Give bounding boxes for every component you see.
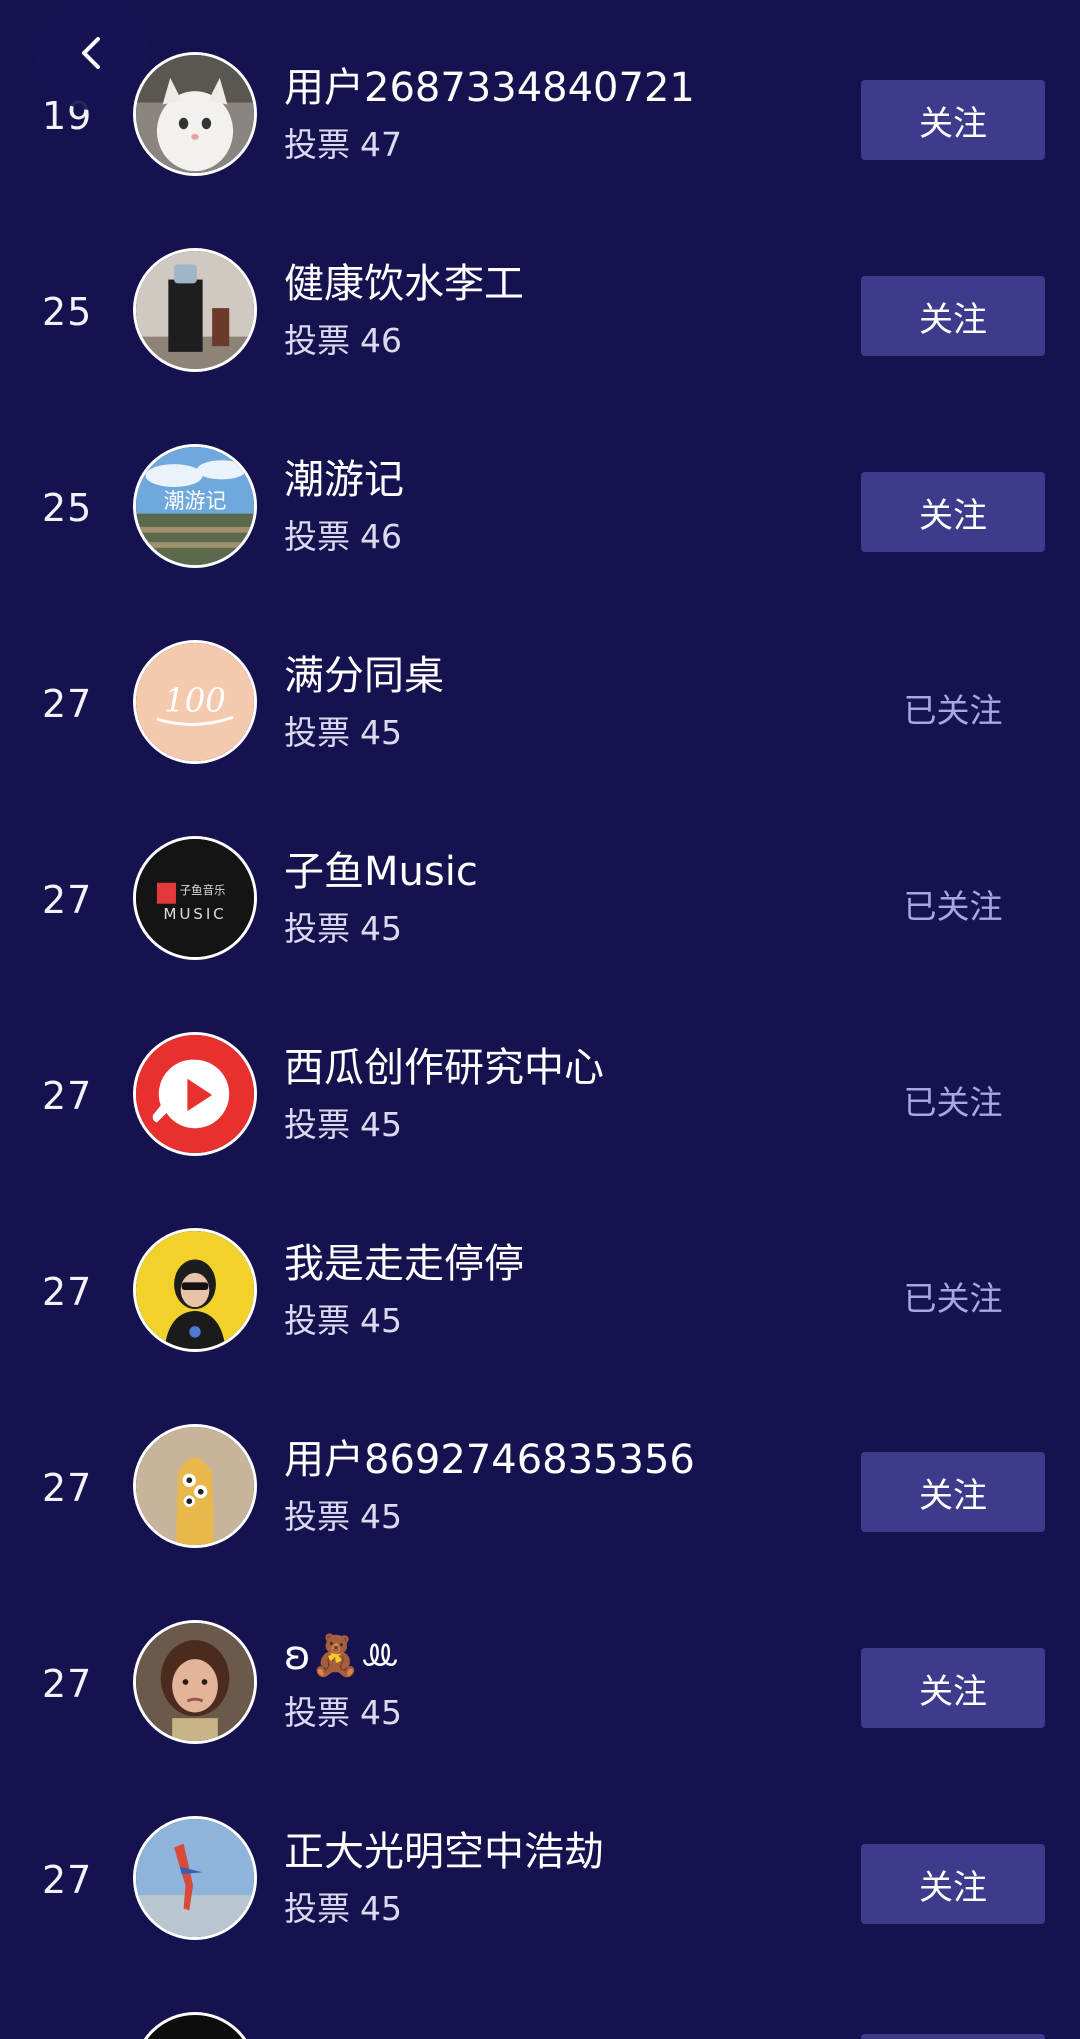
list-item: 27 西瓜创作研究中心 投票 45 已关注 (0, 998, 1080, 1194)
username[interactable]: 子鱼Music (284, 846, 478, 898)
water-dispenser-avatar-icon (136, 251, 254, 369)
vote-number: 45 (360, 1889, 402, 1928)
follow-button[interactable]: 关注 (861, 1648, 1045, 1728)
followed-status[interactable]: 已关注 (861, 864, 1045, 944)
rank-number: 27 (42, 878, 93, 922)
rank-number: 27 (42, 1074, 93, 1118)
username[interactable]: 健康饮水李工 (284, 258, 524, 310)
followed-status[interactable]: 已关注 (861, 1256, 1045, 1336)
vote-label: 投票 (284, 1889, 350, 1928)
vote-label: 投票 (284, 1105, 350, 1144)
vote-label: 投票 (284, 1301, 350, 1340)
avatar-text-cn: 子鱼音乐 (180, 883, 226, 897)
follow-button[interactable]: 关注 (861, 1452, 1045, 1532)
list-item: 27 用户8692746835356 投票 45 关注 (0, 1390, 1080, 1586)
person-yellow-avatar-icon (136, 1231, 254, 1349)
followed-status[interactable]: 已关注 (861, 668, 1045, 748)
avatar[interactable] (133, 1816, 257, 1940)
avatar[interactable] (133, 1032, 257, 1156)
back-button[interactable] (35, 0, 149, 110)
avatar[interactable] (133, 2012, 257, 2039)
avatar[interactable] (133, 1424, 257, 1548)
list-item: 25 健康饮水李工 投票 46 关注 (0, 214, 1080, 410)
vote-number: 45 (360, 1497, 402, 1536)
list-item: 27 ʚ🧸ꔛ 投票 45 关注 (0, 1586, 1080, 1782)
followed-status[interactable]: 已关注 (861, 1060, 1045, 1140)
rank-number: 27 (42, 1858, 93, 1902)
vote-count: 投票 45 (284, 711, 402, 755)
vote-label: 投票 (284, 909, 350, 948)
username[interactable]: 我是走走停停 (284, 1238, 524, 1290)
avatar[interactable] (133, 1228, 257, 1352)
follow-button-partial[interactable] (861, 2034, 1045, 2039)
list-item: 27 正大光明空中浩劫 投票 45 关注 (0, 1782, 1080, 1978)
avatar-text: 潮游记 (164, 489, 227, 513)
rank-number: 27 (42, 682, 93, 726)
vote-number: 46 (360, 321, 402, 360)
vote-label: 投票 (284, 1693, 350, 1732)
cartoon-avatar-icon (136, 1427, 254, 1545)
vote-count: 投票 45 (284, 907, 402, 951)
landscape-avatar-icon: 潮游记 (136, 447, 254, 565)
cat-avatar-icon (136, 55, 254, 173)
avatar-text: 100 (164, 682, 226, 720)
follow-button[interactable]: 关注 (861, 80, 1045, 160)
vote-number: 46 (360, 517, 402, 556)
avatar-text: MUSIC (163, 905, 226, 923)
vote-label: 投票 (284, 125, 350, 164)
vote-count: 投票 45 (284, 1691, 402, 1735)
vote-label: 投票 (284, 713, 350, 752)
list-item: 27 100 满分同桌 投票 45 已关注 (0, 606, 1080, 802)
follow-button[interactable]: 关注 (861, 472, 1045, 552)
username[interactable]: 西瓜创作研究中心 (284, 1042, 604, 1094)
rank-number: 25 (42, 290, 93, 334)
list-item: 19 用户2687334840721 投票 47 关注 (0, 18, 1080, 214)
avatar[interactable]: 子鱼音乐 MUSIC (133, 836, 257, 960)
avatar[interactable] (133, 248, 257, 372)
list-item: 25 潮游记 潮游记 投票 46 关注 (0, 410, 1080, 606)
rank-number: 25 (42, 486, 93, 530)
music-logo-avatar-icon: 子鱼音乐 MUSIC (136, 839, 254, 957)
vote-count: 投票 45 (284, 1299, 402, 1343)
vote-label: 投票 (284, 1497, 350, 1536)
username[interactable]: 用户2687334840721 (284, 62, 695, 114)
username[interactable]: 满分同桌 (284, 650, 444, 702)
vote-count: 投票 45 (284, 1887, 402, 1931)
rank-number: 27 (42, 1270, 93, 1314)
username[interactable]: 潮游记 (284, 454, 404, 506)
username[interactable]: 正大光明空中浩劫 (284, 1826, 604, 1878)
score-100-avatar-icon: 100 (136, 643, 254, 761)
vote-number: 45 (360, 1105, 402, 1144)
avatar[interactable] (133, 1620, 257, 1744)
follow-button[interactable]: 关注 (861, 1844, 1045, 1924)
vote-count: 投票 46 (284, 515, 402, 559)
avatar[interactable] (133, 52, 257, 176)
list-item: 27 子鱼音乐 MUSIC 子鱼Music 投票 45 已关注 (0, 802, 1080, 998)
list-item: 27 我是走走停停 投票 45 已关注 (0, 1194, 1080, 1390)
username[interactable]: ʚ🧸ꔛ (284, 1630, 400, 1682)
avatar[interactable]: 100 (133, 640, 257, 764)
rank-number: 27 (42, 1466, 93, 1510)
vote-count: 投票 45 (284, 1103, 402, 1147)
vote-count: 投票 46 (284, 319, 402, 363)
airplane-avatar-icon (136, 1819, 254, 1937)
vote-number: 45 (360, 1693, 402, 1732)
vote-count: 投票 45 (284, 1495, 402, 1539)
vote-label: 投票 (284, 517, 350, 556)
xigua-play-avatar-icon (136, 1035, 254, 1153)
chevron-left-icon (82, 37, 100, 69)
vote-count: 投票 47 (284, 123, 402, 167)
ranking-page: 19 用户2687334840721 投票 47 关注 25 健康饮水李工 投票… (0, 0, 1080, 2039)
follow-button[interactable]: 关注 (861, 276, 1045, 356)
rank-number: 27 (42, 1662, 93, 1706)
vote-number: 45 (360, 909, 402, 948)
username[interactable]: 用户8692746835356 (284, 1434, 695, 1486)
girl-avatar-icon (136, 1623, 254, 1741)
vote-number: 45 (360, 1301, 402, 1340)
avatar[interactable]: 潮游记 (133, 444, 257, 568)
vote-label: 投票 (284, 321, 350, 360)
vote-number: 45 (360, 713, 402, 752)
vote-number: 47 (360, 125, 402, 164)
list-item-partial (0, 1978, 1080, 2039)
